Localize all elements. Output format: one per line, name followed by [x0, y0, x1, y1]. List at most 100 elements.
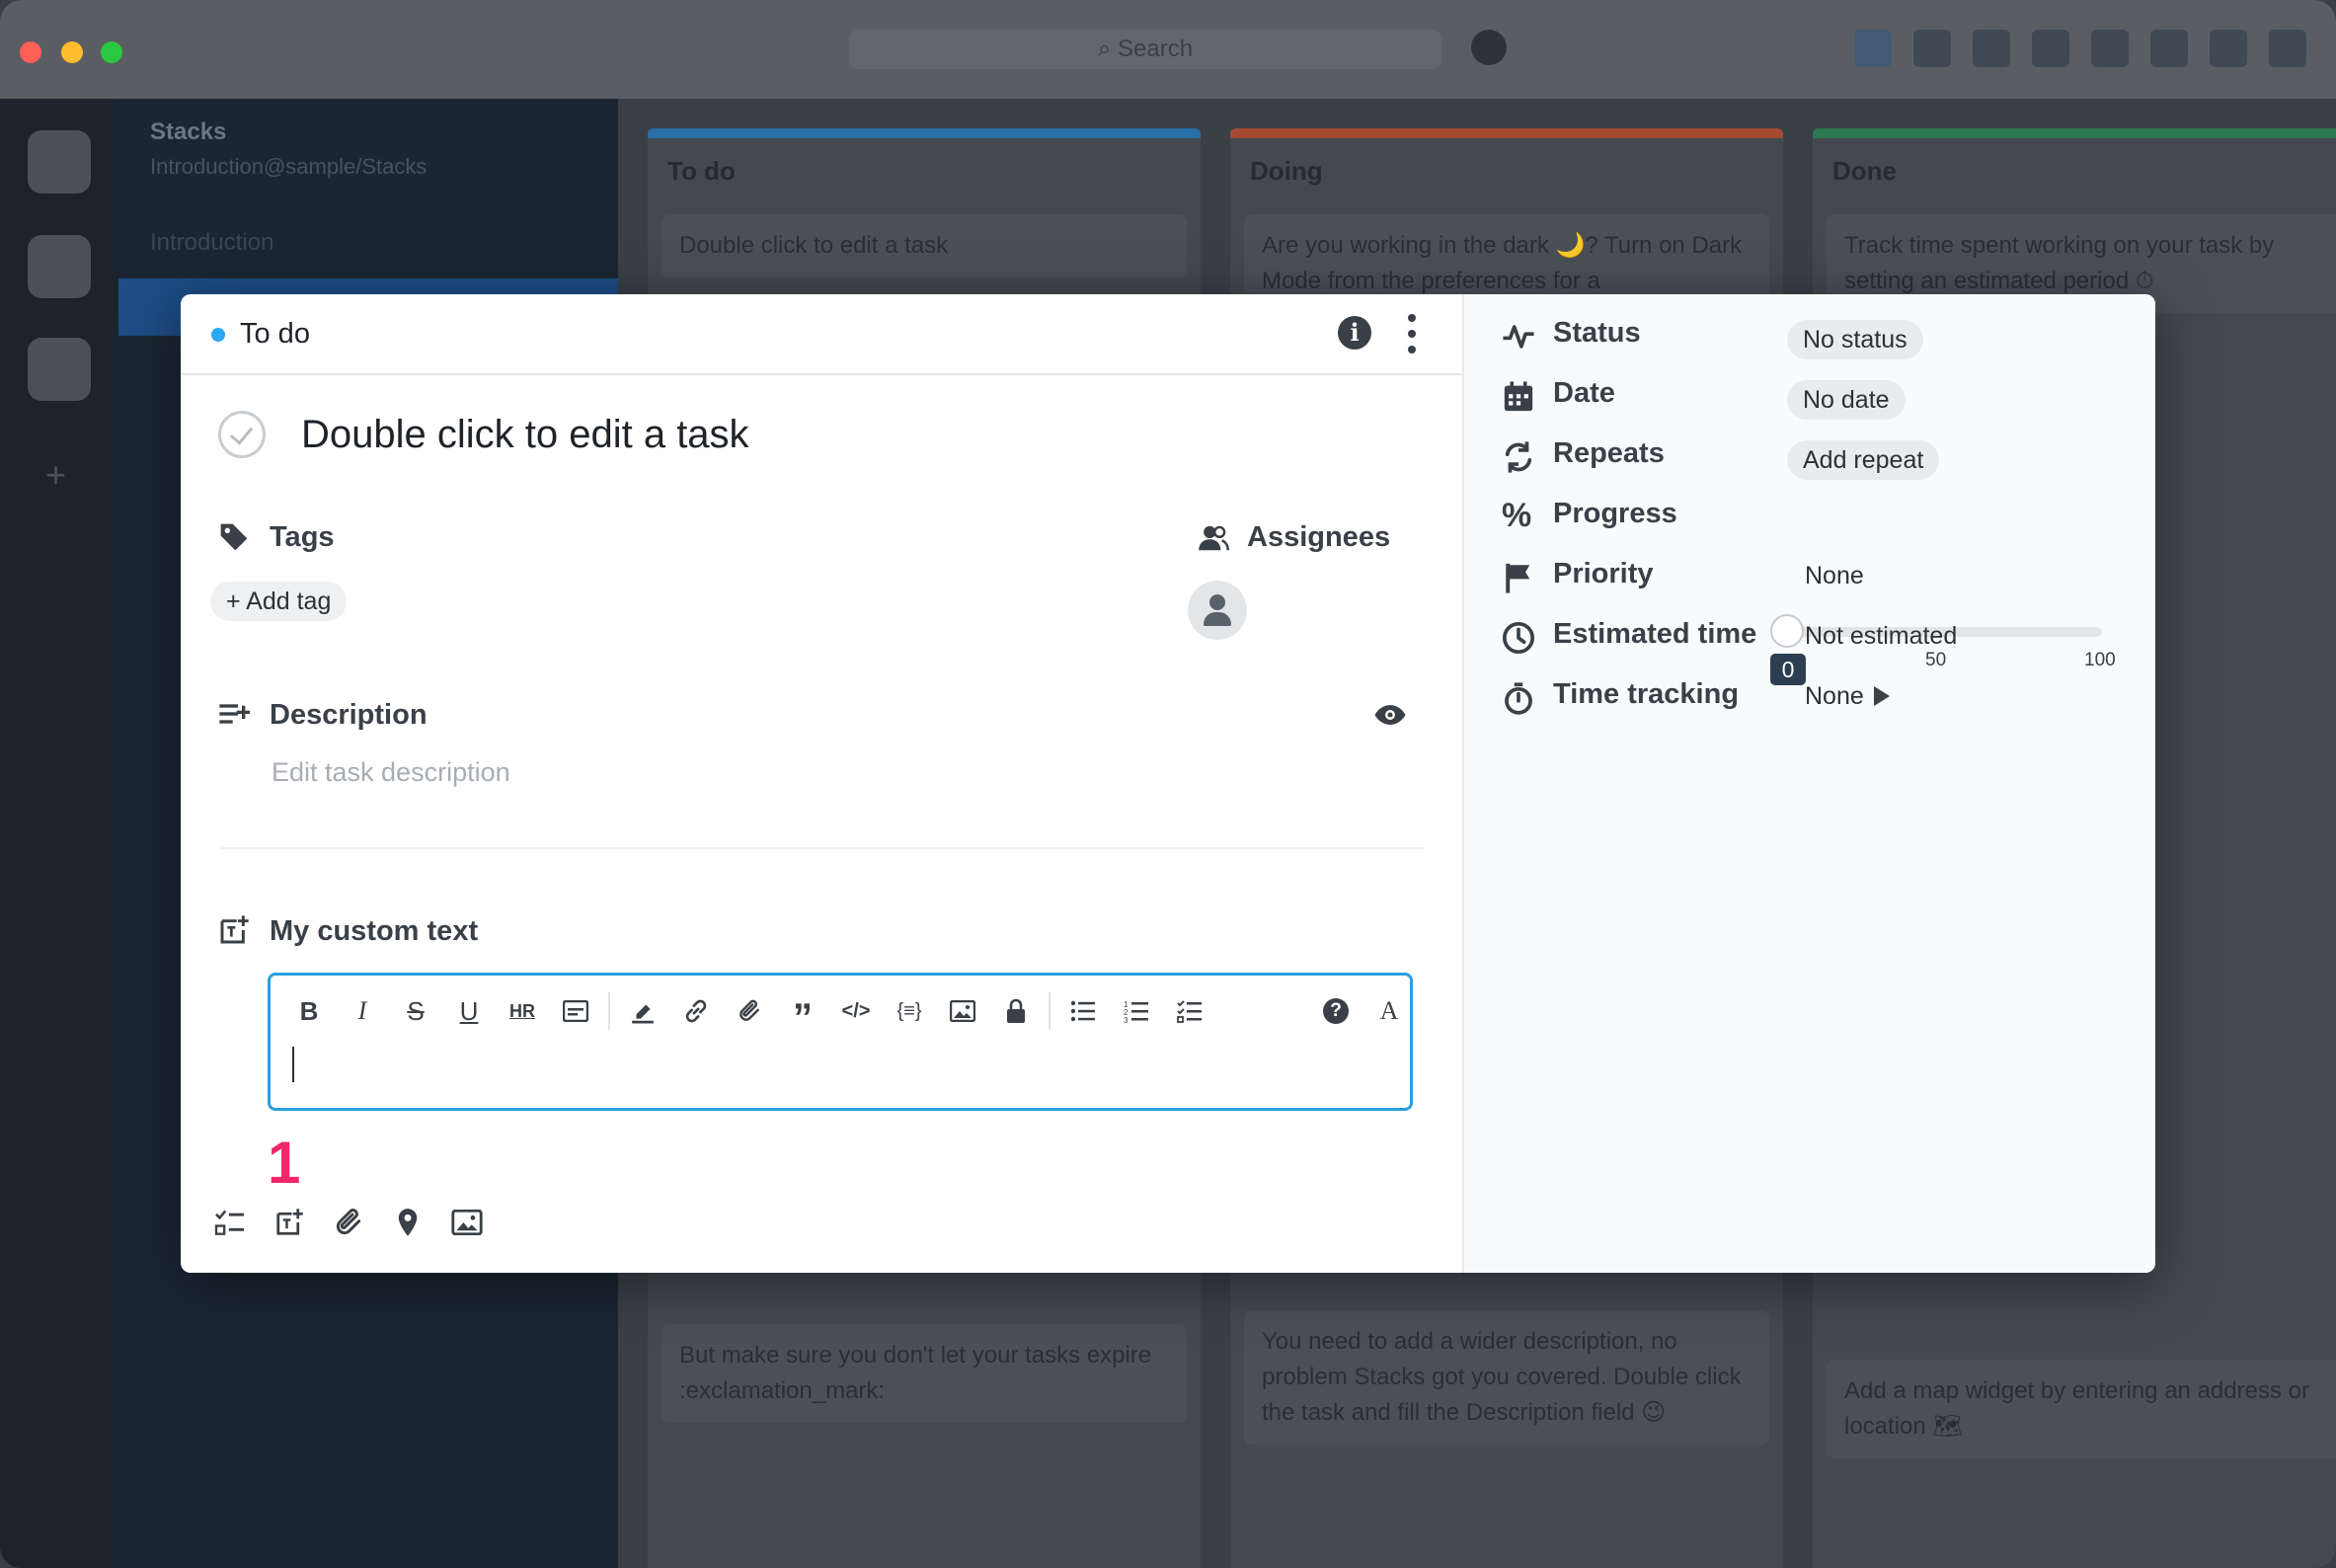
add-tag-button[interactable]: + Add tag	[210, 582, 348, 621]
sidebar-item-introduction[interactable]: Introduction	[150, 229, 273, 257]
toolbar-separator	[608, 992, 610, 1030]
complete-task-checkbox[interactable]	[218, 411, 266, 458]
activity-icon	[1503, 325, 1534, 349]
preview-icon[interactable]	[549, 989, 602, 1033]
tag-icon	[220, 523, 248, 551]
column-title: Doing	[1250, 156, 1323, 186]
quote-icon[interactable]: ”	[776, 989, 829, 1040]
checklist-icon[interactable]	[1163, 989, 1216, 1033]
repeat-icon	[1505, 441, 1532, 473]
sidebar-title: Stacks	[150, 118, 227, 145]
progress-tick-50: 50	[1925, 650, 1947, 670]
add-attachment-icon[interactable]	[329, 1203, 368, 1242]
codeblock-icon[interactable]: {≡}	[883, 989, 936, 1033]
sidebar-toggle-icon[interactable]	[2269, 30, 2306, 67]
help-icon[interactable]: ?	[1309, 989, 1363, 1033]
description-input[interactable]: Edit task description	[272, 757, 510, 788]
preview-eye-icon[interactable]	[1373, 703, 1407, 727]
task-card[interactable]: You need to add a wider description, no …	[1244, 1310, 1769, 1445]
view-toolbar	[1854, 30, 2306, 67]
link-icon[interactable]	[669, 989, 723, 1033]
progress-slider-thumb[interactable]	[1770, 614, 1804, 648]
custom-text-editor[interactable]: B I S U HR ” </> {≡} 1 2 3 ? A	[268, 973, 1413, 1111]
hr-icon[interactable]: HR	[496, 989, 549, 1033]
widget-toolbar	[210, 1203, 487, 1242]
info-icon[interactable]: i	[1338, 316, 1371, 350]
map-pin-icon[interactable]	[2150, 30, 2188, 67]
italic-icon[interactable]: I	[336, 989, 389, 1033]
workspace-icon[interactable]	[28, 338, 91, 401]
minimize-window-button[interactable]	[61, 41, 83, 63]
title-bar: ⌕ Search	[0, 0, 2336, 99]
percent-icon: %	[1502, 497, 1532, 534]
calendar-icon[interactable]	[1973, 30, 2010, 67]
section-divider	[220, 847, 1425, 849]
lock-icon[interactable]	[989, 989, 1043, 1033]
board-view-icon[interactable]	[1854, 30, 1892, 67]
status-label: Status	[1553, 317, 1641, 349]
underline-icon[interactable]: U	[442, 989, 496, 1033]
highlight-icon[interactable]	[616, 989, 669, 1033]
attachment-icon[interactable]	[723, 989, 776, 1033]
workspace-rail: +	[0, 99, 118, 1568]
strikethrough-icon[interactable]: S	[389, 989, 442, 1033]
task-card[interactable]: Double click to edit a task	[662, 214, 1187, 277]
assignees-label: Assignees	[1247, 521, 1391, 553]
progress-label: Progress	[1553, 498, 1677, 529]
bullet-list-icon[interactable]	[1056, 989, 1110, 1033]
app-window: ⌕ Search + Stacks Introduction@sample/St…	[0, 0, 2336, 1568]
progress-value-tooltip: 0	[1770, 654, 1806, 685]
task-main-panel: To do i Double click to edit a task Tags…	[181, 294, 1462, 1273]
estimated-time-value[interactable]: Not estimated	[1805, 622, 1957, 651]
numbered-list-icon[interactable]: 123	[1110, 989, 1163, 1033]
list-view-icon[interactable]	[1913, 30, 1951, 67]
add-checklist-icon[interactable]	[210, 1203, 250, 1242]
play-icon	[1874, 686, 1890, 706]
add-location-icon[interactable]	[388, 1203, 428, 1242]
add-workspace-icon[interactable]: +	[45, 454, 66, 496]
search-placeholder: Search	[1118, 36, 1194, 62]
calendar-week-icon[interactable]	[2032, 30, 2069, 67]
status-button[interactable]: No status	[1787, 320, 1923, 359]
task-detail-modal: To do i Double click to edit a task Tags…	[181, 294, 2155, 1273]
flag-icon	[1506, 563, 1530, 593]
workspace-icon[interactable]	[28, 130, 91, 194]
clock-icon	[1502, 621, 1535, 655]
editor-toolbar: B I S U HR ” </> {≡} 1 2 3 ? A	[282, 989, 1416, 1040]
add-repeat-button[interactable]: Add repeat	[1787, 440, 1940, 480]
description-label: Description	[270, 699, 428, 731]
text-caret	[292, 1047, 294, 1082]
time-tracking-label: Time tracking	[1553, 678, 1740, 710]
add-image-icon[interactable]	[447, 1203, 487, 1242]
workspace-icon[interactable]	[28, 235, 91, 298]
svg-text:3: 3	[1124, 1016, 1129, 1023]
add-custom-text-icon[interactable]	[270, 1203, 309, 1242]
toolbar-separator	[1049, 992, 1051, 1030]
code-icon[interactable]: </>	[829, 989, 883, 1033]
column-color-bar	[1813, 128, 2336, 138]
task-title[interactable]: Double click to edit a task	[301, 407, 749, 462]
search-icon: ⌕	[1097, 36, 1119, 62]
column-color-bar	[1230, 128, 1783, 138]
sidebar-subtitle: Introduction@sample/Stacks	[150, 154, 428, 179]
start-timer-button[interactable]	[1874, 686, 1890, 706]
font-icon[interactable]: A	[1363, 989, 1416, 1033]
task-card[interactable]: But make sure you don't let your tasks e…	[662, 1324, 1187, 1423]
emoji-icon[interactable]	[2091, 30, 2129, 67]
image-icon[interactable]	[936, 989, 989, 1033]
zoom-window-button[interactable]	[101, 41, 122, 63]
bag-icon[interactable]	[2210, 30, 2247, 67]
close-window-button[interactable]	[20, 41, 41, 63]
bold-icon[interactable]: B	[282, 989, 336, 1033]
date-button[interactable]: No date	[1787, 380, 1906, 420]
task-card[interactable]: Add a map widget by entering an address …	[1827, 1360, 2336, 1458]
more-options-icon[interactable]	[1405, 314, 1419, 353]
progress-tick-100: 100	[2084, 650, 2116, 670]
annotation-badge: 1	[268, 1130, 301, 1196]
search-input[interactable]: ⌕ Search	[849, 30, 1441, 69]
assignees-icon	[1199, 525, 1229, 551]
notifications-icon[interactable]	[1471, 30, 1507, 65]
custom-text-icon	[220, 915, 249, 944]
priority-value[interactable]: None	[1805, 562, 1864, 590]
add-assignee-avatar[interactable]	[1188, 581, 1247, 640]
